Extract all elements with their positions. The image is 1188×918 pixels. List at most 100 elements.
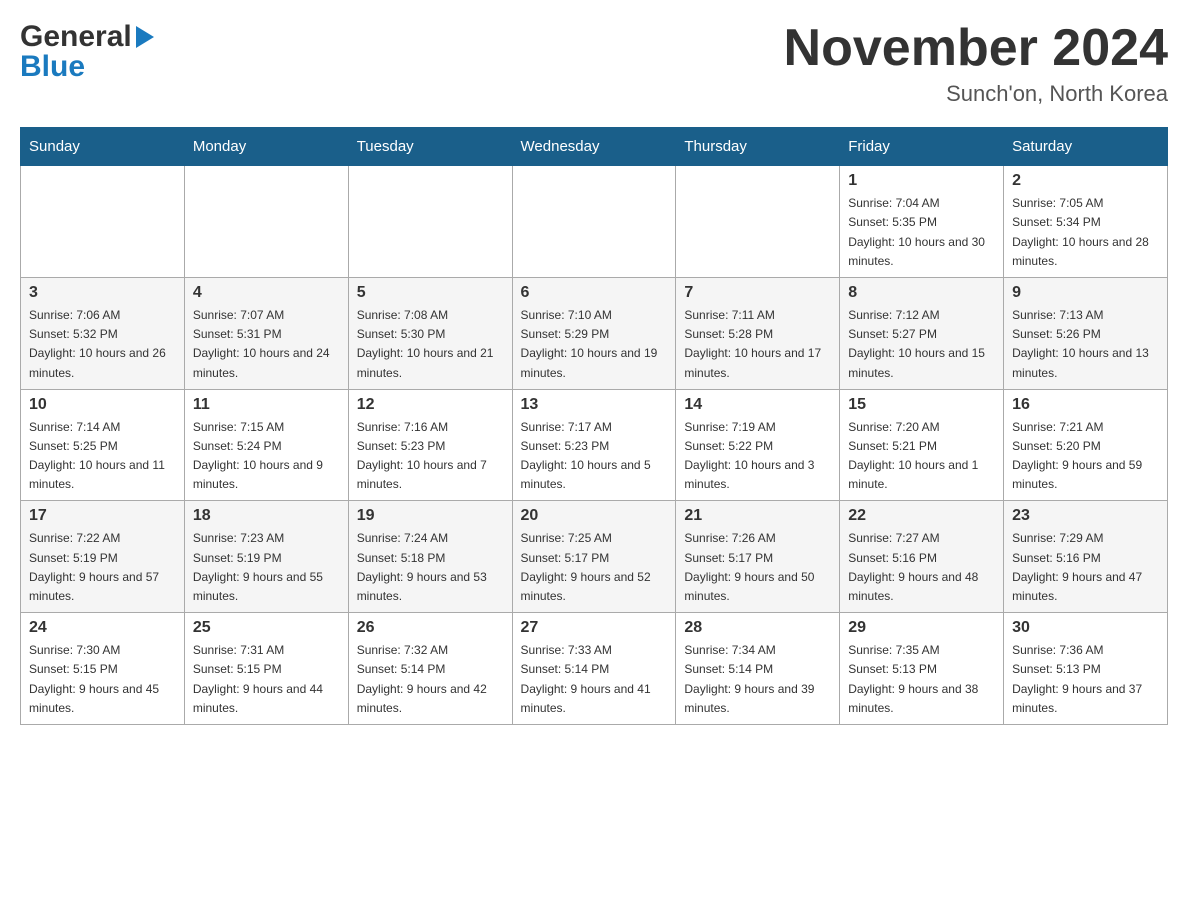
day-info: Sunrise: 7:31 AMSunset: 5:15 PMDaylight:…	[193, 641, 340, 718]
day-number: 2	[1012, 172, 1159, 190]
logo-line1: General	[20, 20, 154, 54]
day-number: 24	[29, 619, 176, 637]
table-row: 14Sunrise: 7:19 AMSunset: 5:22 PMDayligh…	[676, 389, 840, 501]
table-row: 17 Sunrise: 7:22 AMSunset: 5:19 PMDayligh…	[21, 501, 185, 613]
day-number: 19	[357, 507, 504, 525]
day-info: Sunrise: 7:13 AMSunset: 5:26 PMDaylight:…	[1012, 306, 1159, 383]
day-info: Sunrise: 7:04 AMSunset: 5:35 PMDaylight:…	[848, 194, 995, 271]
day-number: 18	[193, 507, 340, 525]
logo-blue-text: Blue	[20, 50, 154, 84]
table-row: 6Sunrise: 7:10 AMSunset: 5:29 PMDaylight…	[512, 277, 676, 389]
table-row: 4Sunrise: 7:07 AMSunset: 5:31 PMDaylight…	[184, 277, 348, 389]
table-row	[348, 166, 512, 278]
week-row-2: 3 Sunrise: 7:06 AMSunset: 5:32 PMDaylight…	[21, 277, 1168, 389]
day-number: 17	[29, 507, 176, 525]
day-info: Sunrise: 7:23 AMSunset: 5:19 PMDaylight:…	[193, 529, 340, 606]
table-row: 1 Sunrise: 7:04 AMSunset: 5:35 PMDaylight…	[840, 166, 1004, 278]
day-number: 20	[521, 507, 668, 525]
week-row-1: 1 Sunrise: 7:04 AMSunset: 5:35 PMDaylight…	[21, 166, 1168, 278]
day-number: 4	[193, 284, 340, 302]
table-row: 9 Sunrise: 7:13 AMSunset: 5:26 PMDaylight…	[1004, 277, 1168, 389]
day-number: 5	[357, 284, 504, 302]
day-info: Sunrise: 7:30 AMSunset: 5:15 PMDaylight:…	[29, 641, 176, 718]
day-info: Sunrise: 7:21 AMSunset: 5:20 PMDaylight:…	[1012, 418, 1159, 495]
day-info: Sunrise: 7:15 AMSunset: 5:24 PMDaylight:…	[193, 418, 340, 495]
day-info: Sunrise: 7:16 AMSunset: 5:23 PMDaylight:…	[357, 418, 504, 495]
table-row: 25 Sunrise: 7:31 AMSunset: 5:15 PMDayligh…	[184, 613, 348, 725]
day-number: 13	[521, 396, 668, 414]
day-info: Sunrise: 7:05 AMSunset: 5:34 PMDaylight:…	[1012, 194, 1159, 271]
location-text: Sunch'on, North Korea	[784, 81, 1168, 107]
day-number: 12	[357, 396, 504, 414]
table-row	[184, 166, 348, 278]
day-info: Sunrise: 7:24 AMSunset: 5:18 PMDaylight:…	[357, 529, 504, 606]
week-row-4: 17 Sunrise: 7:22 AMSunset: 5:19 PMDayligh…	[21, 501, 1168, 613]
day-info: Sunrise: 7:12 AMSunset: 5:27 PMDaylight:…	[848, 306, 995, 383]
table-row: 26Sunrise: 7:32 AMSunset: 5:14 PMDayligh…	[348, 613, 512, 725]
table-row: 5 Sunrise: 7:08 AMSunset: 5:30 PMDaylight…	[348, 277, 512, 389]
col-friday: Friday	[840, 128, 1004, 166]
table-row: 13 Sunrise: 7:17 AMSunset: 5:23 PMDayligh…	[512, 389, 676, 501]
title-block: November 2024 Sunch'on, North Korea	[784, 20, 1168, 107]
day-info: Sunrise: 7:20 AMSunset: 5:21 PMDaylight:…	[848, 418, 995, 495]
col-wednesday: Wednesday	[512, 128, 676, 166]
logo-arrow-icon	[136, 26, 154, 53]
day-info: Sunrise: 7:29 AMSunset: 5:16 PMDaylight:…	[1012, 529, 1159, 606]
month-title: November 2024	[784, 20, 1168, 77]
day-info: Sunrise: 7:35 AMSunset: 5:13 PMDaylight:…	[848, 641, 995, 718]
table-row: 19 Sunrise: 7:24 AMSunset: 5:18 PMDayligh…	[348, 501, 512, 613]
table-row: 11 Sunrise: 7:15 AMSunset: 5:24 PMDayligh…	[184, 389, 348, 501]
logo-general-text: General	[20, 20, 132, 54]
day-info: Sunrise: 7:06 AMSunset: 5:32 PMDaylight:…	[29, 306, 176, 383]
table-row: 16Sunrise: 7:21 AMSunset: 5:20 PMDayligh…	[1004, 389, 1168, 501]
week-row-3: 10 Sunrise: 7:14 AMSunset: 5:25 PMDayligh…	[21, 389, 1168, 501]
col-thursday: Thursday	[676, 128, 840, 166]
table-row: 22 Sunrise: 7:27 AMSunset: 5:16 PMDayligh…	[840, 501, 1004, 613]
page-header: General Blue November 2024 Sunch'on, Nor…	[20, 20, 1168, 107]
day-info: Sunrise: 7:33 AMSunset: 5:14 PMDaylight:…	[521, 641, 668, 718]
col-monday: Monday	[184, 128, 348, 166]
day-number: 22	[848, 507, 995, 525]
day-number: 3	[29, 284, 176, 302]
col-saturday: Saturday	[1004, 128, 1168, 166]
day-number: 15	[848, 396, 995, 414]
day-number: 10	[29, 396, 176, 414]
day-info: Sunrise: 7:27 AMSunset: 5:16 PMDaylight:…	[848, 529, 995, 606]
table-row: 7Sunrise: 7:11 AMSunset: 5:28 PMDaylight…	[676, 277, 840, 389]
table-row: 24 Sunrise: 7:30 AMSunset: 5:15 PMDayligh…	[21, 613, 185, 725]
day-info: Sunrise: 7:14 AMSunset: 5:25 PMDaylight:…	[29, 418, 176, 495]
day-number: 7	[684, 284, 831, 302]
day-info: Sunrise: 7:08 AMSunset: 5:30 PMDaylight:…	[357, 306, 504, 383]
day-info: Sunrise: 7:26 AMSunset: 5:17 PMDaylight:…	[684, 529, 831, 606]
day-number: 28	[684, 619, 831, 637]
day-info: Sunrise: 7:19 AMSunset: 5:22 PMDaylight:…	[684, 418, 831, 495]
day-number: 11	[193, 396, 340, 414]
day-info: Sunrise: 7:36 AMSunset: 5:13 PMDaylight:…	[1012, 641, 1159, 718]
table-row: 21Sunrise: 7:26 AMSunset: 5:17 PMDayligh…	[676, 501, 840, 613]
day-number: 23	[1012, 507, 1159, 525]
table-row: 23 Sunrise: 7:29 AMSunset: 5:16 PMDayligh…	[1004, 501, 1168, 613]
day-info: Sunrise: 7:34 AMSunset: 5:14 PMDaylight:…	[684, 641, 831, 718]
day-number: 1	[848, 172, 995, 190]
logo: General Blue	[20, 20, 154, 84]
day-number: 29	[848, 619, 995, 637]
table-row: 20Sunrise: 7:25 AMSunset: 5:17 PMDayligh…	[512, 501, 676, 613]
table-row: 8 Sunrise: 7:12 AMSunset: 5:27 PMDaylight…	[840, 277, 1004, 389]
calendar-table: Sunday Monday Tuesday Wednesday Thursday…	[20, 127, 1168, 725]
table-row: 15 Sunrise: 7:20 AMSunset: 5:21 PMDayligh…	[840, 389, 1004, 501]
day-number: 9	[1012, 284, 1159, 302]
day-number: 25	[193, 619, 340, 637]
table-row: 2 Sunrise: 7:05 AMSunset: 5:34 PMDaylight…	[1004, 166, 1168, 278]
table-row: 12 Sunrise: 7:16 AMSunset: 5:23 PMDayligh…	[348, 389, 512, 501]
day-number: 26	[357, 619, 504, 637]
day-info: Sunrise: 7:22 AMSunset: 5:19 PMDaylight:…	[29, 529, 176, 606]
col-sunday: Sunday	[21, 128, 185, 166]
table-row: 29 Sunrise: 7:35 AMSunset: 5:13 PMDayligh…	[840, 613, 1004, 725]
calendar-header-row: Sunday Monday Tuesday Wednesday Thursday…	[21, 128, 1168, 166]
day-number: 8	[848, 284, 995, 302]
table-row: 10 Sunrise: 7:14 AMSunset: 5:25 PMDayligh…	[21, 389, 185, 501]
week-row-5: 24 Sunrise: 7:30 AMSunset: 5:15 PMDayligh…	[21, 613, 1168, 725]
table-row	[21, 166, 185, 278]
day-number: 30	[1012, 619, 1159, 637]
day-info: Sunrise: 7:17 AMSunset: 5:23 PMDaylight:…	[521, 418, 668, 495]
